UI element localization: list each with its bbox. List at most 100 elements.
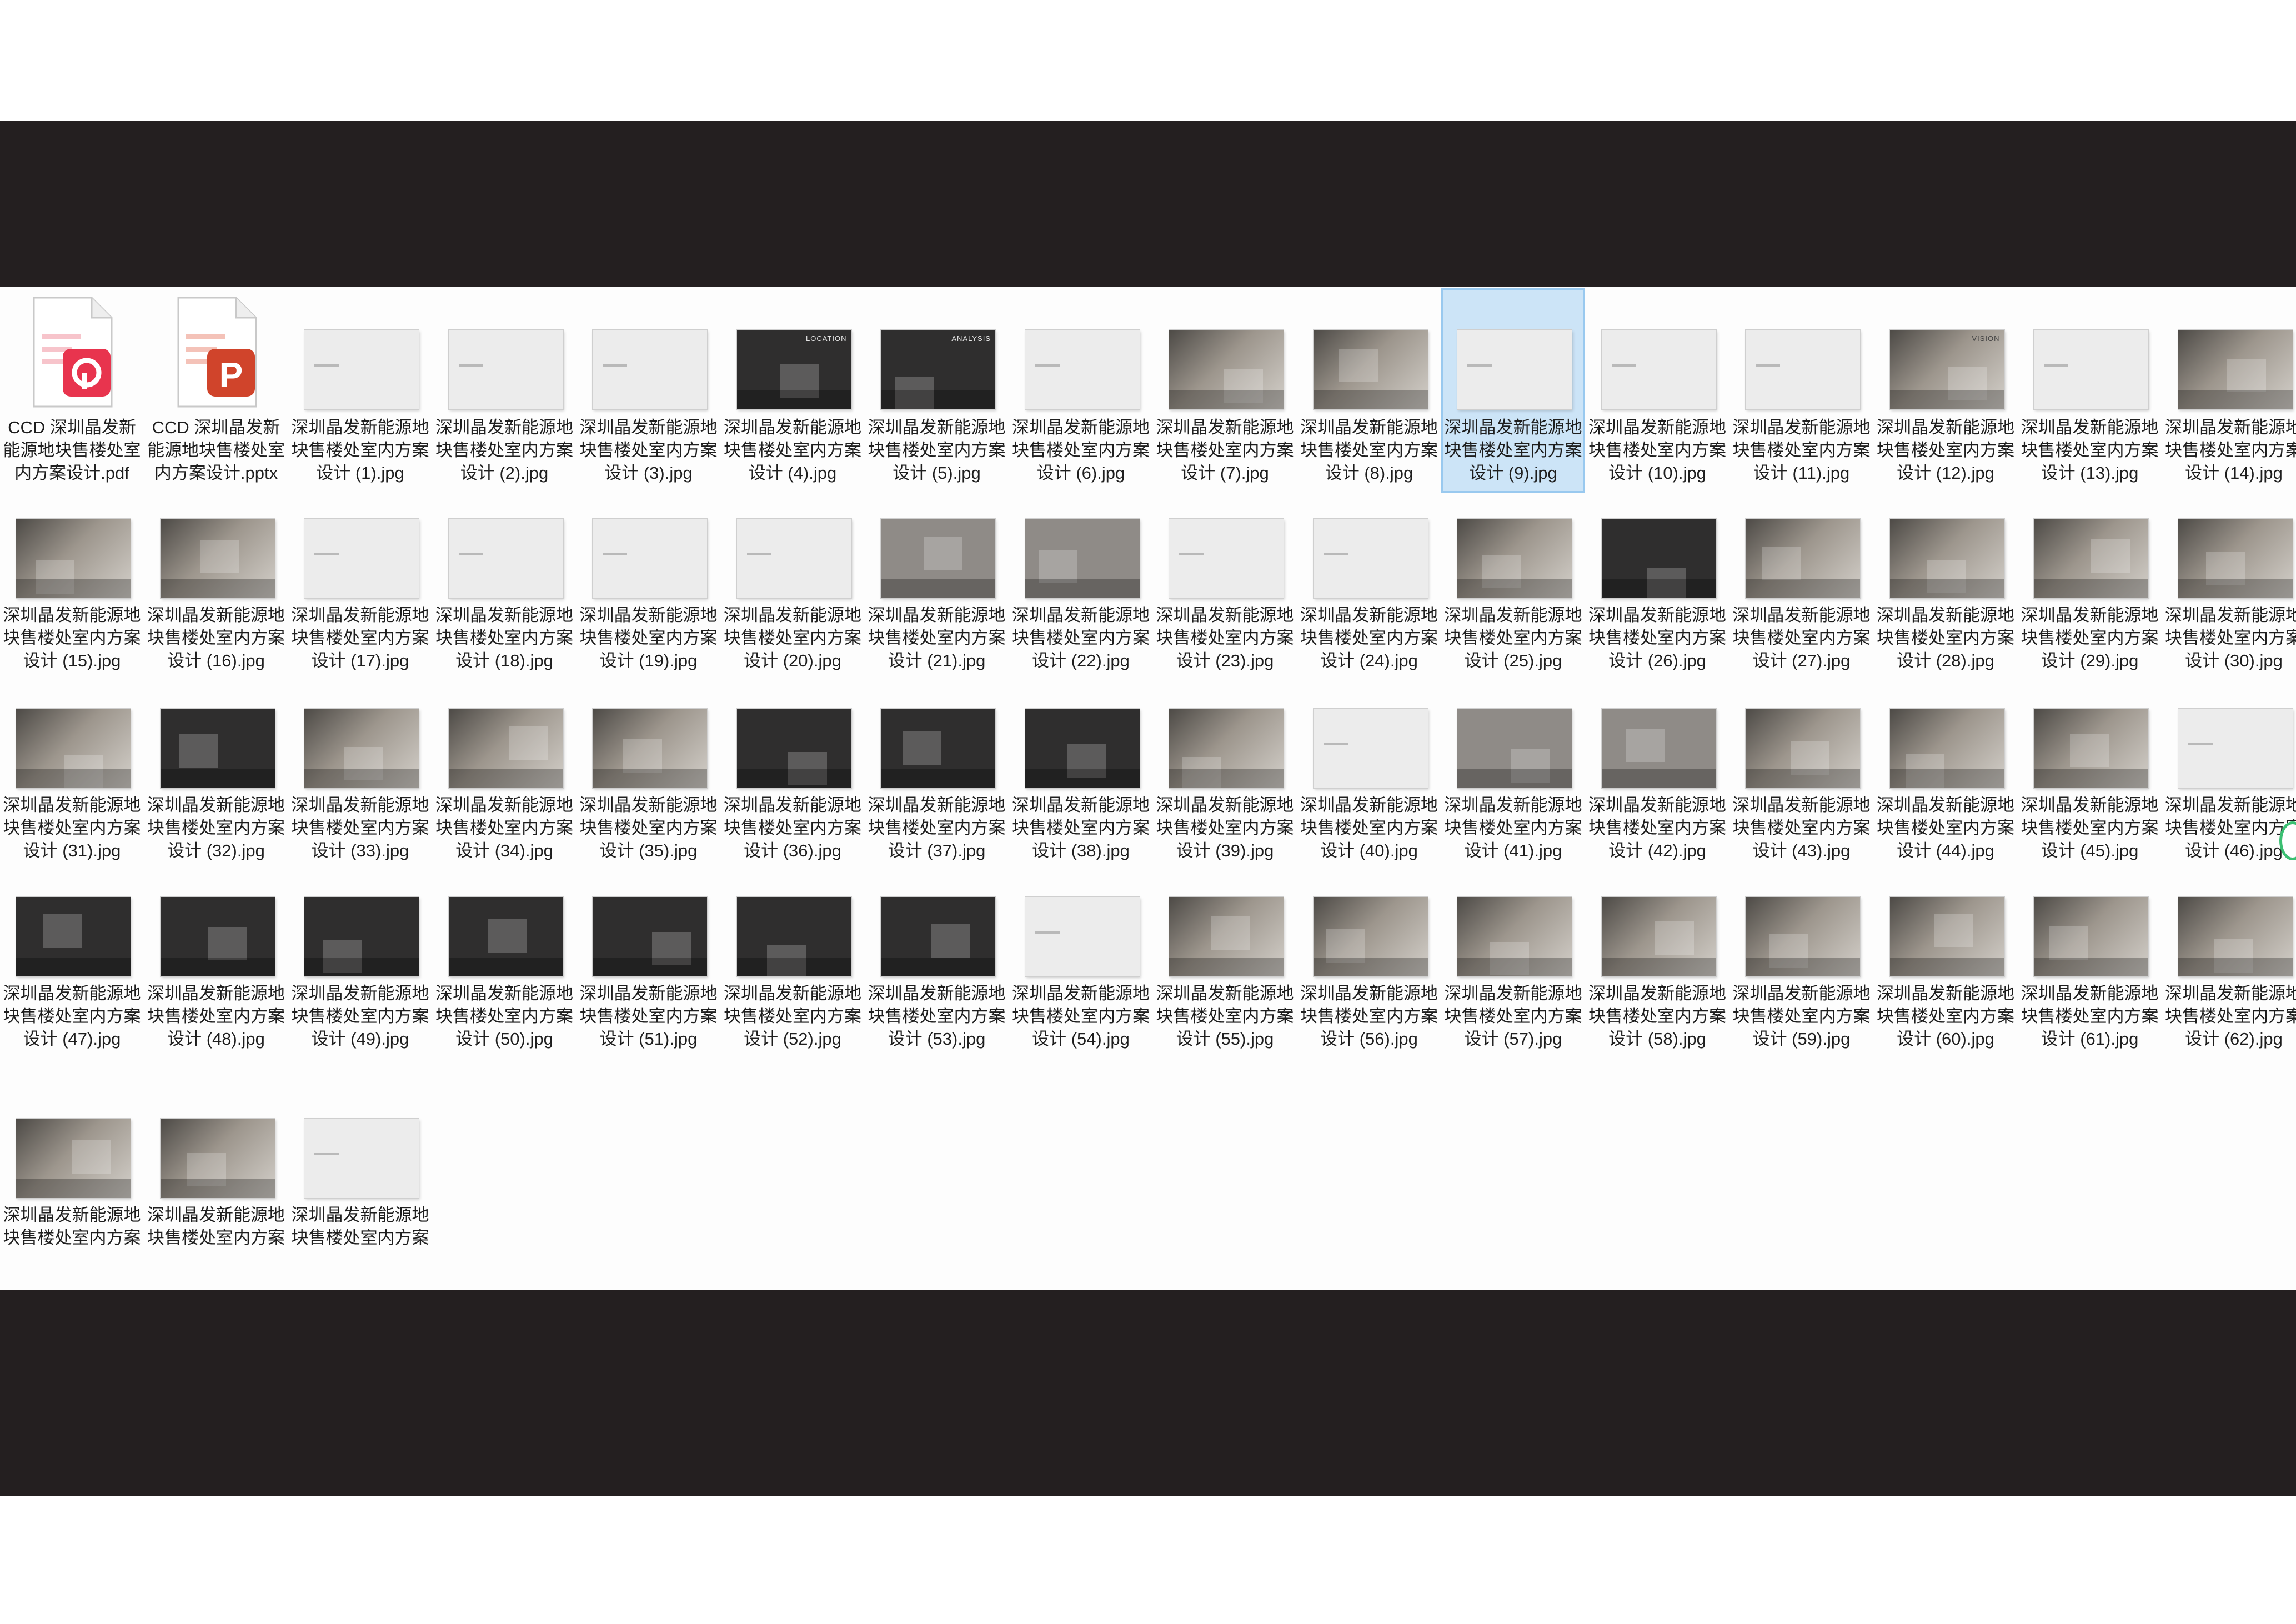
file-tile[interactable]: VISION 深圳晶发新能源地块售楼处室内方案设计 (12).jpg [1876,290,2016,491]
image-thumbnail [1457,519,1572,598]
thumbnail-detail [1601,579,1716,598]
file-tile[interactable]: 深圳晶发新能源地块售楼处室内方案设计 (64).jpg [146,1079,287,1245]
file-tile[interactable]: 深圳晶发新能源地块售楼处室内方案设计 (50).jpg [434,857,575,1049]
file-tile[interactable]: LOCATION 深圳晶发新能源地块售楼处室内方案设计 (4).jpg [723,290,863,491]
file-tile[interactable]: 深圳晶发新能源地块售楼处室内方案设计 (28).jpg [1876,479,2016,670]
image-thumbnail [2034,519,2148,598]
image-thumbnail: VISION [1889,330,2004,409]
file-tile[interactable]: 深圳晶发新能源地块售楼处室内方案设计 (47).jpg [2,857,142,1049]
file-tile[interactable]: 深圳晶发新能源地块售楼处室内方案设计 (37).jpg [866,669,1007,860]
file-tile[interactable]: 深圳晶发新能源地块售楼处室内方案设计 (38).jpg [1011,669,1151,860]
file-name-label: 深圳晶发新能源地块售楼处室内方案设计 (62).jpg [2165,984,2296,1049]
file-tile[interactable]: 深圳晶发新能源地块售楼处室内方案设计 (45).jpg [2019,669,2160,860]
file-tile[interactable]: 深圳晶发新能源地块售楼处室内方案设计 (31).jpg [2,669,142,860]
file-tile[interactable]: 深圳晶发新能源地块售楼处室内方案设计 (55).jpg [1155,857,1295,1049]
file-tile[interactable]: 深圳晶发新能源地块售楼处室内方案设计 (40).jpg [1299,669,1440,860]
file-name-label: 深圳晶发新能源地块售楼处室内方案设计 (2).jpg [435,418,573,483]
file-tile[interactable]: 深圳晶发新能源地块售楼处室内方案设计 (46).jpg [2164,669,2296,860]
file-tile[interactable]: 深圳晶发新能源地块售楼处室内方案设计 (3).jpg [578,290,719,491]
image-thumbnail [593,519,707,598]
image-thumbnail [1169,330,1284,409]
image-thumbnail [304,709,419,788]
file-tile[interactable]: 深圳晶发新能源地块售楼处室内方案设计 (19).jpg [578,479,719,670]
file-tile[interactable]: 深圳晶发新能源地块售楼处室内方案设计 (62).jpg [2164,857,2296,1049]
file-tile[interactable]: 深圳晶发新能源地块售楼处室内方案设计 (52).jpg [723,857,863,1049]
file-tile[interactable]: 深圳晶发新能源地块售楼处室内方案设计 (14).jpg [2164,290,2296,491]
image-thumbnail [736,897,851,976]
thumbnail-detail [458,364,483,367]
thumbnail-detail [16,579,131,598]
image-thumbnail [304,897,419,976]
file-tile[interactable]: 深圳晶发新能源地块售楼处室内方案设计 (61).jpg [2019,857,2160,1049]
file-tile[interactable]: 深圳晶发新能源地块售楼处室内方案设计 (63).jpg [2,1079,142,1245]
file-explorer-grid[interactable]: CCD 深圳晶发新能源地块售楼处室内方案设计.pdf P CCD 深圳晶发新能源地块… [0,287,2296,1290]
file-tile[interactable]: 深圳晶发新能源地块售楼处室内方案设计 (18).jpg [434,479,575,670]
file-tile[interactable]: 深圳晶发新能源地块售楼处室内方案设计 (29).jpg [2019,479,2160,670]
file-tile[interactable]: 深圳晶发新能源地块售楼处室内方案设计 (25).jpg [1443,479,1583,670]
file-tile[interactable]: 深圳晶发新能源地块售楼处室内方案设计 (35).jpg [578,669,719,860]
file-tile[interactable]: 深圳晶发新能源地块售楼处室内方案设计 (57).jpg [1443,857,1583,1049]
file-tile[interactable]: CCD 深圳晶发新能源地块售楼处室内方案设计.pdf [2,290,142,491]
file-tile[interactable]: 深圳晶发新能源地块售楼处室内方案设计 (6).jpg [1011,290,1151,491]
file-tile[interactable]: 深圳晶发新能源地块售楼处室内方案设计 (17).jpg [290,479,430,670]
thumbnail-detail [160,579,275,598]
file-tile[interactable]: 深圳晶发新能源地块售楼处室内方案设计 (27).jpg [1731,479,1872,670]
file-tile[interactable]: 深圳晶发新能源地块售楼处室内方案设计 (22).jpg [1011,479,1151,670]
thumbnail-detail [160,958,275,976]
image-thumbnail [448,519,563,598]
file-tile[interactable]: 深圳晶发新能源地块售楼处室内方案设计 (44).jpg [1876,669,2016,860]
file-tile[interactable]: 深圳晶发新能源地块售楼处室内方案设计 (20).jpg [723,479,863,670]
file-tile[interactable]: 深圳晶发新能源地块售楼处室内方案设计 (9).jpg [1441,288,1585,493]
thumbnail-detail [1457,769,1572,788]
file-tile[interactable]: 深圳晶发新能源地块售楼处室内方案设计 (56).jpg [1299,857,1440,1049]
file-name-label: 深圳晶发新能源地块售楼处室内方案设计 (1).jpg [291,418,429,483]
file-tile[interactable]: 深圳晶发新能源地块售楼处室内方案设计 (39).jpg [1155,669,1295,860]
file-tile[interactable]: 深圳晶发新能源地块售楼处室内方案设计 (30).jpg [2164,479,2296,670]
file-tile[interactable]: 深圳晶发新能源地块售楼处室内方案设计 (11).jpg [1731,290,1872,491]
file-tile[interactable]: 深圳晶发新能源地块售楼处室内方案设计 (34).jpg [434,669,575,860]
image-thumbnail [736,709,851,788]
file-tile[interactable]: 深圳晶发新能源地块售楼处室内方案设计 (43).jpg [1731,669,1872,860]
file-tile[interactable]: 深圳晶发新能源地块售楼处室内方案设计 (21).jpg [866,479,1007,670]
file-tile[interactable]: 深圳晶发新能源地块售楼处室内方案设计 (7).jpg [1155,290,1295,491]
file-tile[interactable]: 深圳晶发新能源地块售楼处室内方案设计 (60).jpg [1876,857,2016,1049]
file-tile[interactable]: 深圳晶发新能源地块售楼处室内方案设计 (13).jpg [2019,290,2160,491]
file-tile[interactable]: 深圳晶发新能源地块售楼处室内方案设计 (32).jpg [146,669,287,860]
image-thumbnail [1601,897,1716,976]
file-tile[interactable]: 深圳晶发新能源地块售楼处室内方案设计 (51).jpg [578,857,719,1049]
file-tile[interactable]: P CCD 深圳晶发新能源地块售楼处室内方案设计.pptx [146,290,287,491]
thumbnail-detail [1169,390,1284,409]
file-tile[interactable]: 深圳晶发新能源地块售楼处室内方案设计 (42).jpg [1587,669,1728,860]
file-tile[interactable]: 深圳晶发新能源地块售楼处室内方案设计 (33).jpg [290,669,430,860]
thumbnail-detail [208,927,247,960]
file-tile[interactable]: 深圳晶发新能源地块售楼处室内方案设计 (65).jpg [290,1079,430,1245]
thumbnail-detail [881,958,995,976]
image-thumbnail [1601,519,1716,598]
image-thumbnail [1169,897,1284,976]
file-tile[interactable]: 深圳晶发新能源地块售楼处室内方案设计 (10).jpg [1587,290,1728,491]
file-tile[interactable]: 深圳晶发新能源地块售楼处室内方案设计 (53).jpg [866,857,1007,1049]
file-name-label: 深圳晶发新能源地块售楼处室内方案设计 (29).jpg [2021,605,2159,670]
thumbnail-detail [1313,958,1428,976]
file-tile[interactable]: 深圳晶发新能源地块售楼处室内方案设计 (54).jpg [1011,857,1151,1049]
file-tile[interactable]: 深圳晶发新能源地块售楼处室内方案设计 (26).jpg [1587,479,1728,670]
file-tile[interactable]: 深圳晶发新能源地块售楼处室内方案设计 (49).jpg [290,857,430,1049]
image-thumbnail [304,330,419,409]
file-tile[interactable]: 深圳晶发新能源地块售楼处室内方案设计 (1).jpg [290,290,430,491]
file-tile[interactable]: 深圳晶发新能源地块售楼处室内方案设计 (59).jpg [1731,857,1872,1049]
file-tile[interactable]: 深圳晶发新能源地块售楼处室内方案设计 (15).jpg [2,479,142,670]
file-tile[interactable]: 深圳晶发新能源地块售楼处室内方案设计 (8).jpg [1299,290,1440,491]
thumbnail-detail [881,579,995,598]
file-tile[interactable]: ANALYSIS 深圳晶发新能源地块售楼处室内方案设计 (5).jpg [866,290,1007,491]
file-tile[interactable]: 深圳晶发新能源地块售楼处室内方案设计 (24).jpg [1299,479,1440,670]
file-tile[interactable]: 深圳晶发新能源地块售楼处室内方案设计 (36).jpg [723,669,863,860]
file-tile[interactable]: 深圳晶发新能源地块售楼处室内方案设计 (41).jpg [1443,669,1583,860]
file-tile[interactable]: 深圳晶发新能源地块售楼处室内方案设计 (23).jpg [1155,479,1295,670]
thumbnail-detail [1611,364,1636,367]
file-tile[interactable]: 深圳晶发新能源地块售楼处室内方案设计 (58).jpg [1587,857,1728,1049]
image-thumbnail [881,897,995,976]
file-tile[interactable]: 深圳晶发新能源地块售楼处室内方案设计 (48).jpg [146,857,287,1049]
file-tile[interactable]: 深圳晶发新能源地块售楼处室内方案设计 (2).jpg [434,290,575,491]
file-tile[interactable]: 深圳晶发新能源地块售楼处室内方案设计 (16).jpg [146,479,287,670]
thumbnail-detail [593,958,707,976]
